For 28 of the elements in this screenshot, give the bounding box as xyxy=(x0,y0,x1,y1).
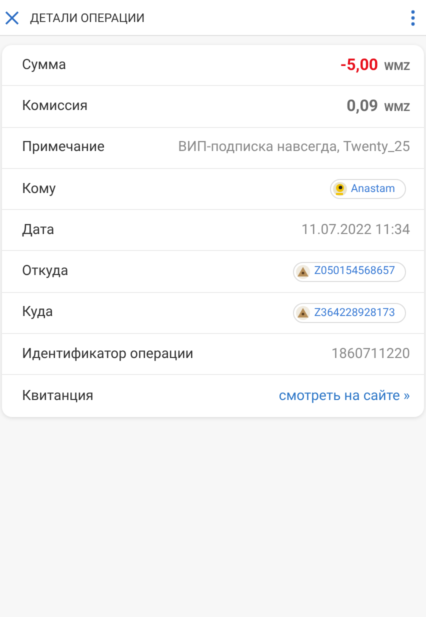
currency-label: WMZ xyxy=(384,59,410,76)
wallet-chip[interactable]: Z364228928173 xyxy=(293,302,406,323)
pyramid-icon xyxy=(296,306,310,320)
field-label: Примечание xyxy=(22,138,105,158)
field-label: Идентификатор операции xyxy=(22,344,194,364)
more-icon xyxy=(411,10,415,26)
close-button[interactable] xyxy=(3,8,21,26)
field-value: 1860711220 xyxy=(331,344,410,364)
field-value: 11.07.2022 11:34 xyxy=(301,220,410,240)
more-button[interactable] xyxy=(410,8,416,26)
currency-label: WMZ xyxy=(384,100,410,116)
page-title: ДЕТАЛИ ОПЕРАЦИИ xyxy=(30,10,145,26)
amount-value: 0,09 xyxy=(346,95,378,118)
field-label: Откуда xyxy=(22,262,68,282)
close-icon xyxy=(5,10,19,24)
field-label: Квитанция xyxy=(22,386,94,406)
wallet-chip[interactable]: Anastam xyxy=(330,179,406,200)
field-label: Комиссия xyxy=(22,96,88,116)
field-label: Кому xyxy=(22,180,56,199)
wallet-chip[interactable]: Z050154568657 xyxy=(293,262,406,282)
pyramid-icon xyxy=(296,264,310,279)
field-label: Дата xyxy=(22,220,54,240)
avatar-icon xyxy=(332,182,347,196)
field-value: ВИП-подписка навсегда, Twenty_25 xyxy=(178,138,410,158)
field-label: Куда xyxy=(22,303,54,322)
amount-value: -5,00 xyxy=(340,54,378,76)
field-label: Сумма xyxy=(22,56,66,75)
receipt-link[interactable]: смотреть на сайте » xyxy=(278,386,410,407)
